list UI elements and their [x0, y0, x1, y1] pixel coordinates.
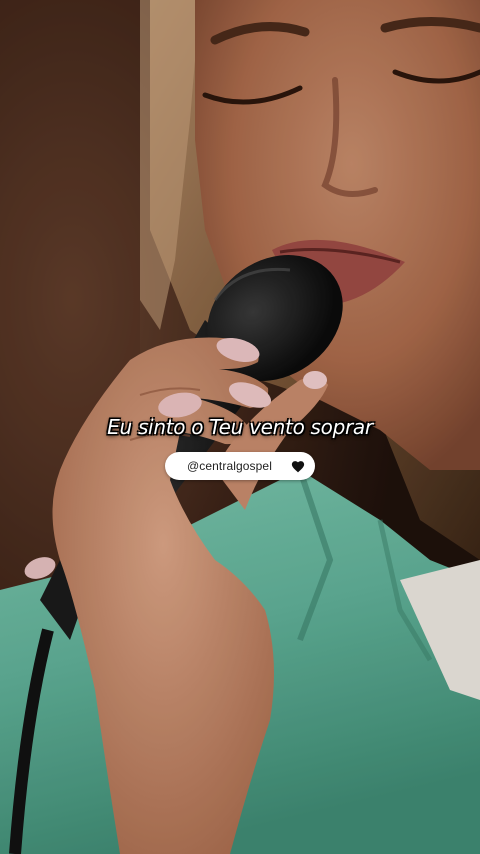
heart-icon: [291, 459, 305, 473]
video-player[interactable]: Eu sinto o Teu vento soprar @centralgosp…: [0, 0, 480, 854]
channel-handle: @centralgospel: [187, 459, 272, 473]
watermark-handle-pill[interactable]: @centralgospel: [165, 452, 315, 480]
subtitle-caption: Eu sinto o Teu vento soprar: [107, 415, 373, 439]
